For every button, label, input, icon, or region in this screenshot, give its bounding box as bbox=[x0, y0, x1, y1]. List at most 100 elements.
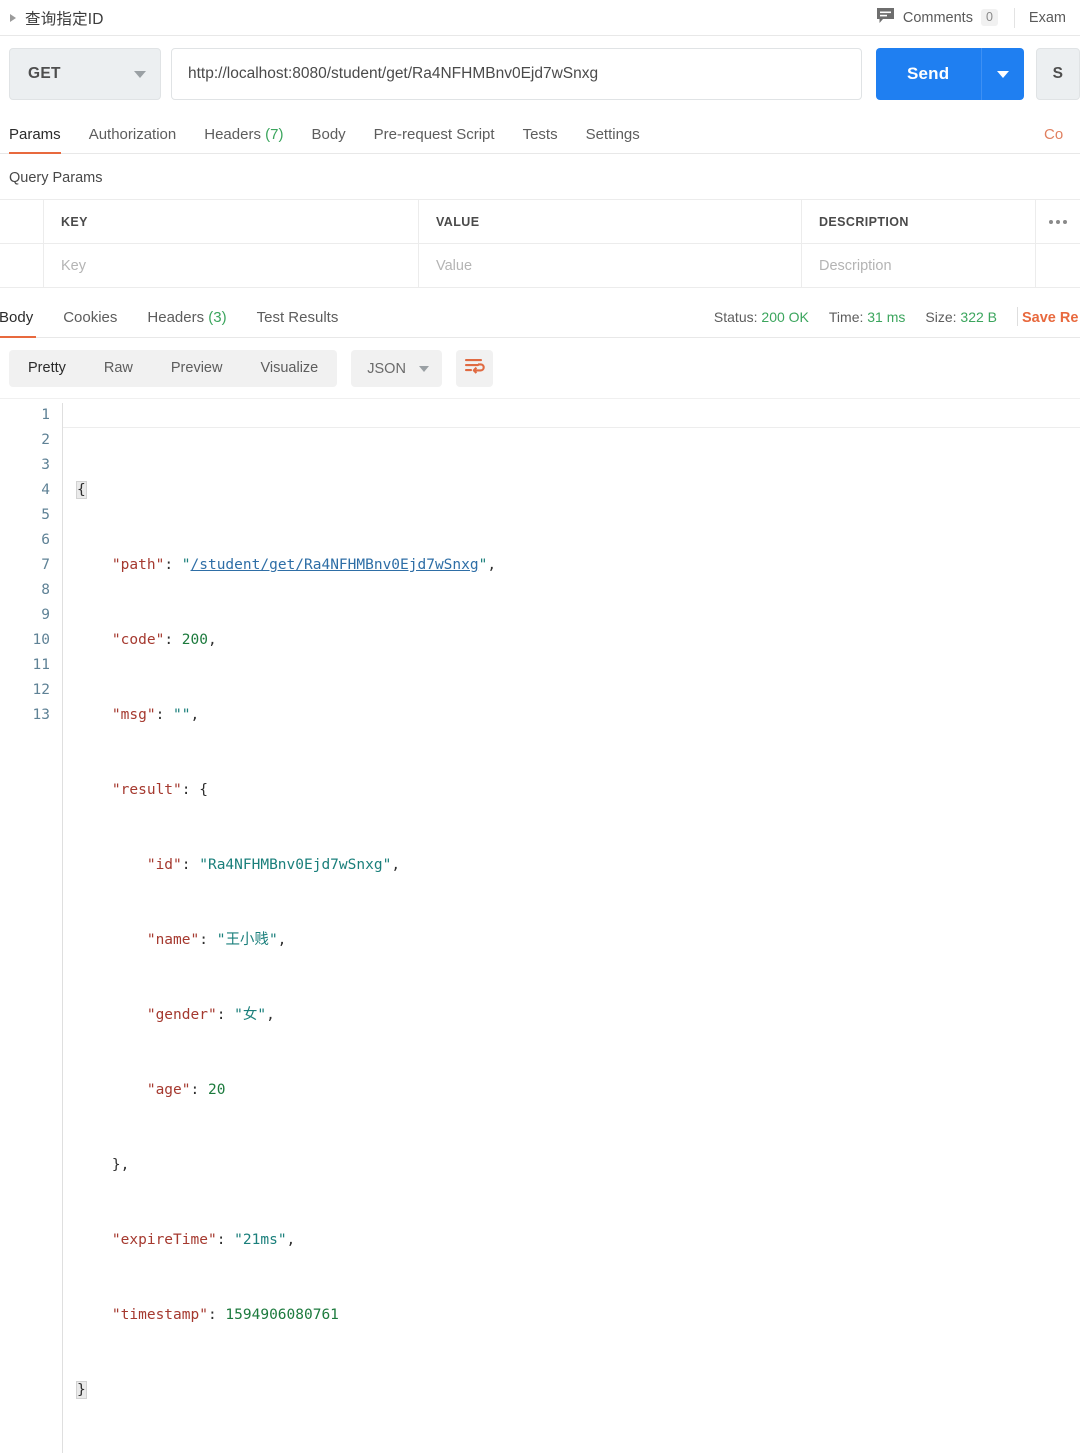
time-value: 31 ms bbox=[867, 309, 905, 325]
tab-settings[interactable]: Settings bbox=[572, 126, 654, 153]
code-line-2: "path": "/student/get/Ra4NFHMBnv0Ejd7wSn… bbox=[77, 553, 1080, 578]
examples-button[interactable]: Exam bbox=[1015, 0, 1080, 36]
response-tab-cookies[interactable]: Cookies bbox=[48, 309, 132, 337]
param-description-input[interactable]: Description bbox=[802, 244, 1036, 287]
line-number: 4 bbox=[0, 478, 50, 503]
param-value-input[interactable]: Value bbox=[419, 244, 802, 287]
json-key-expiretime: "expireTime" bbox=[112, 1232, 217, 1248]
comments-button[interactable]: Comments 0 bbox=[862, 0, 1014, 36]
line-number: 9 bbox=[0, 603, 50, 628]
json-code-content[interactable]: { "path": "/student/get/Ra4NFHMBnv0Ejd7w… bbox=[62, 403, 1080, 1453]
tab-label: Body bbox=[0, 309, 33, 326]
json-key-msg: "msg" bbox=[112, 707, 156, 723]
view-mode-raw[interactable]: Raw bbox=[85, 350, 152, 387]
json-value-msg: "" bbox=[173, 707, 190, 723]
tab-headers[interactable]: Headers (7) bbox=[190, 126, 297, 153]
line-number: 6 bbox=[0, 528, 50, 553]
row-checkbox-cell[interactable] bbox=[0, 244, 44, 287]
dot bbox=[1063, 220, 1067, 224]
query-params-table: KEY VALUE DESCRIPTION Key Value Descript… bbox=[0, 199, 1080, 288]
param-key-input[interactable]: Key bbox=[44, 244, 419, 287]
triangle-right-icon[interactable] bbox=[10, 14, 16, 22]
json-key-timestamp: "timestamp" bbox=[112, 1307, 208, 1323]
tab-label: Cookies bbox=[63, 309, 117, 326]
code-line-13: } bbox=[77, 1378, 1080, 1403]
tab-label: Tests bbox=[523, 126, 558, 143]
tab-label: Authorization bbox=[89, 126, 177, 143]
header-checkbox-cell bbox=[0, 200, 44, 243]
response-tab-test-results[interactable]: Test Results bbox=[242, 309, 354, 337]
url-input[interactable]: http://localhost:8080/student/get/Ra4NFH… bbox=[171, 48, 862, 100]
response-tabs: Body Cookies Headers (3) Test Results St… bbox=[0, 294, 1080, 338]
response-tab-headers[interactable]: Headers (3) bbox=[132, 309, 241, 337]
code-line-8: "gender": "女", bbox=[77, 1003, 1080, 1028]
close-brace: } bbox=[77, 1382, 86, 1398]
chevron-down-icon bbox=[997, 71, 1009, 78]
open-brace: { bbox=[77, 482, 86, 498]
column-header-description: DESCRIPTION bbox=[802, 200, 1036, 243]
line-number: 3 bbox=[0, 453, 50, 478]
save-button[interactable]: S bbox=[1036, 48, 1080, 100]
request-title-group[interactable]: 查询指定ID bbox=[8, 7, 104, 29]
code-line-3: "code": 200, bbox=[77, 628, 1080, 653]
json-value-age: 20 bbox=[208, 1082, 225, 1098]
response-body-code-viewer[interactable]: 1 2 3 4 5 6 7 8 9 10 11 12 13 { "path": … bbox=[0, 398, 1080, 1453]
code-line-12: "timestamp": 1594906080761 bbox=[77, 1303, 1080, 1328]
view-mode-pretty[interactable]: Pretty bbox=[9, 350, 85, 387]
line-number-gutter: 1 2 3 4 5 6 7 8 9 10 11 12 13 bbox=[0, 403, 62, 1453]
json-key-name: "name" bbox=[147, 932, 199, 948]
code-line-11: "expireTime": "21ms", bbox=[77, 1228, 1080, 1253]
code-line-4: "msg": "", bbox=[77, 703, 1080, 728]
column-header-value: VALUE bbox=[419, 200, 802, 243]
name-bar-actions: Comments 0 Exam bbox=[862, 0, 1080, 36]
json-key-code: "code" bbox=[112, 632, 164, 648]
table-header-row: KEY VALUE DESCRIPTION bbox=[0, 200, 1080, 244]
cookies-link[interactable]: Co bbox=[1044, 126, 1080, 153]
response-format-select[interactable]: JSON bbox=[351, 350, 442, 387]
line-number: 12 bbox=[0, 678, 50, 703]
tab-params[interactable]: Params bbox=[9, 126, 75, 153]
json-value-gender: "女" bbox=[234, 1007, 266, 1023]
save-response-button[interactable]: Save Re bbox=[1022, 310, 1080, 337]
tab-body[interactable]: Body bbox=[297, 126, 359, 153]
http-method-select[interactable]: GET bbox=[9, 48, 161, 100]
word-wrap-button[interactable] bbox=[456, 350, 493, 387]
request-name-bar: 查询指定ID Comments 0 Exam bbox=[0, 0, 1080, 36]
json-value-id: "Ra4NFHMBnv0Ejd7wSnxg" bbox=[199, 857, 391, 873]
column-header-key: KEY bbox=[44, 200, 419, 243]
word-wrap-icon bbox=[464, 357, 485, 380]
status-value: 200 OK bbox=[761, 309, 808, 325]
line-number: 1 bbox=[0, 403, 50, 428]
send-button[interactable]: Send bbox=[876, 48, 981, 100]
page-title: 查询指定ID bbox=[25, 7, 104, 29]
request-tabs: Params Authorization Headers (7) Body Pr… bbox=[0, 112, 1080, 154]
send-options-button[interactable] bbox=[981, 48, 1024, 100]
status-badge: Status: 200 OK bbox=[714, 309, 809, 325]
comment-icon bbox=[876, 7, 895, 29]
tab-label: Test Results bbox=[257, 309, 339, 326]
divider bbox=[63, 427, 1080, 428]
table-row[interactable]: Key Value Description bbox=[0, 244, 1080, 288]
tab-label: Settings bbox=[586, 126, 640, 143]
tab-pre-request-script[interactable]: Pre-request Script bbox=[360, 126, 509, 153]
size-badge: Size: 322 B bbox=[925, 309, 997, 325]
tab-label: Body bbox=[311, 126, 345, 143]
tab-label: Headers bbox=[147, 309, 204, 326]
tab-authorization[interactable]: Authorization bbox=[75, 126, 191, 153]
tab-tests[interactable]: Tests bbox=[509, 126, 572, 153]
query-params-title: Query Params bbox=[0, 154, 1080, 199]
json-value-timestamp: 1594906080761 bbox=[225, 1307, 339, 1323]
json-key-id: "id" bbox=[147, 857, 182, 873]
json-value-path: "/student/get/Ra4NFHMBnv0Ejd7wSnxg" bbox=[182, 557, 488, 573]
line-number: 11 bbox=[0, 653, 50, 678]
dot bbox=[1056, 220, 1060, 224]
view-mode-visualize[interactable]: Visualize bbox=[241, 350, 337, 387]
more-horizontal-icon[interactable] bbox=[1036, 200, 1080, 243]
view-mode-preview[interactable]: Preview bbox=[152, 350, 242, 387]
json-key-result: "result" bbox=[112, 782, 182, 798]
row-actions bbox=[1036, 244, 1080, 287]
response-tab-body[interactable]: Body bbox=[0, 309, 48, 337]
dot bbox=[1049, 220, 1053, 224]
tab-count: (7) bbox=[265, 126, 283, 143]
view-mode-segmented-control: Pretty Raw Preview Visualize bbox=[9, 350, 337, 387]
